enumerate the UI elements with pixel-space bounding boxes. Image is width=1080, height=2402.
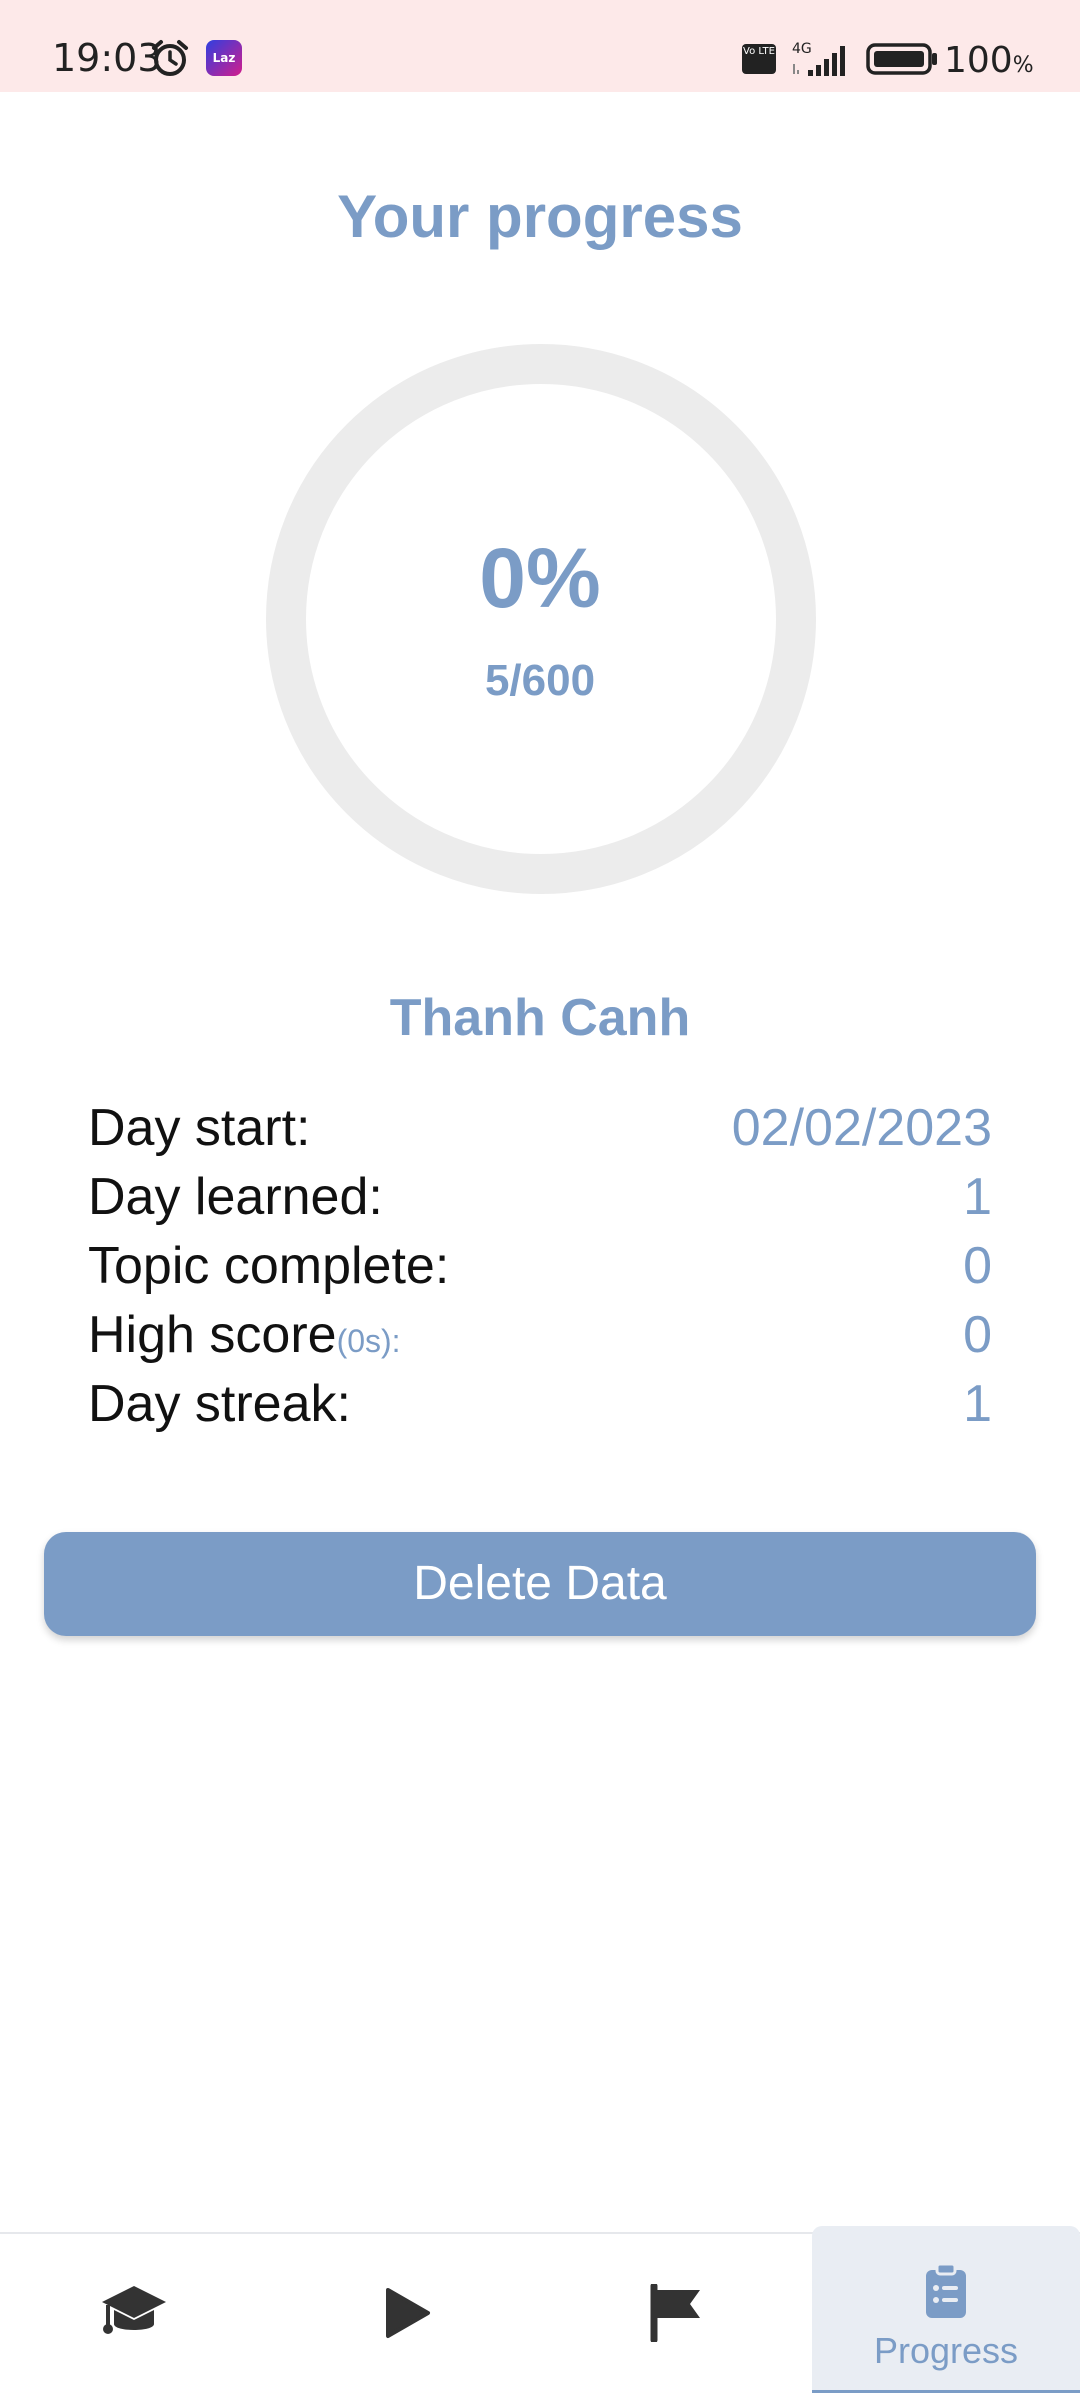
stat-row-topic-complete: Topic complete: 0: [88, 1236, 992, 1305]
clipboard-list-icon: [926, 2264, 966, 2318]
stat-label-sub: (0s):: [336, 1323, 401, 1359]
status-bar: 19:03 Laz Vo LTE 4G 100%: [0, 0, 1080, 92]
user-name: Thanh Canh: [389, 989, 691, 1047]
stat-label: Day streak:: [88, 1375, 351, 1433]
network-type-label: 4G: [792, 41, 812, 57]
status-time: 19:03: [52, 36, 162, 80]
stat-row-high-score: High score(0s): 0: [88, 1305, 992, 1374]
play-icon: [386, 2288, 430, 2338]
lazada-app-icon: Laz: [206, 40, 242, 76]
stat-value: 1: [963, 1168, 992, 1226]
nav-item-play[interactable]: [270, 2234, 540, 2402]
signal-icon: 4G: [786, 40, 856, 80]
page-title: Your progress: [337, 183, 743, 250]
nav-item-flag[interactable]: [540, 2234, 810, 2402]
stat-label-text: High score: [88, 1306, 337, 1364]
stat-value: 0: [963, 1306, 992, 1364]
stat-label: Day start:: [88, 1099, 311, 1157]
stat-row-day-streak: Day streak: 1: [88, 1374, 992, 1443]
stat-label: High score(0s):: [88, 1305, 401, 1365]
stat-row-day-start: Day start: 02/02/2023: [88, 1098, 992, 1167]
stat-label: Day learned:: [88, 1168, 383, 1226]
stat-label: Topic complete:: [88, 1237, 450, 1295]
nav-item-learn[interactable]: [0, 2234, 270, 2402]
progress-count: 5/600: [484, 656, 596, 705]
volte-icon: Vo LTE: [742, 44, 776, 74]
stat-row-day-learned: Day learned: 1: [88, 1167, 992, 1236]
flag-icon: [650, 2284, 700, 2342]
battery-icon: [866, 42, 938, 76]
nav-item-progress[interactable]: Progress: [812, 2226, 1080, 2393]
stat-value: 0: [963, 1237, 992, 1295]
progress-percent: 0%: [479, 531, 601, 625]
stat-value: 1: [963, 1375, 992, 1433]
graduation-cap-icon: [102, 2286, 166, 2334]
stats-list: Day start: 02/02/2023 Day learned: 1 Top…: [88, 1098, 992, 1443]
delete-data-button[interactable]: Delete Data: [44, 1532, 1036, 1636]
battery-percent: 100%: [944, 40, 1034, 81]
alarm-icon: [150, 38, 190, 78]
nav-label-progress: Progress: [873, 2330, 1019, 2371]
bottom-nav: Progress: [0, 2226, 1080, 2402]
stat-value: 02/02/2023: [731, 1099, 992, 1157]
